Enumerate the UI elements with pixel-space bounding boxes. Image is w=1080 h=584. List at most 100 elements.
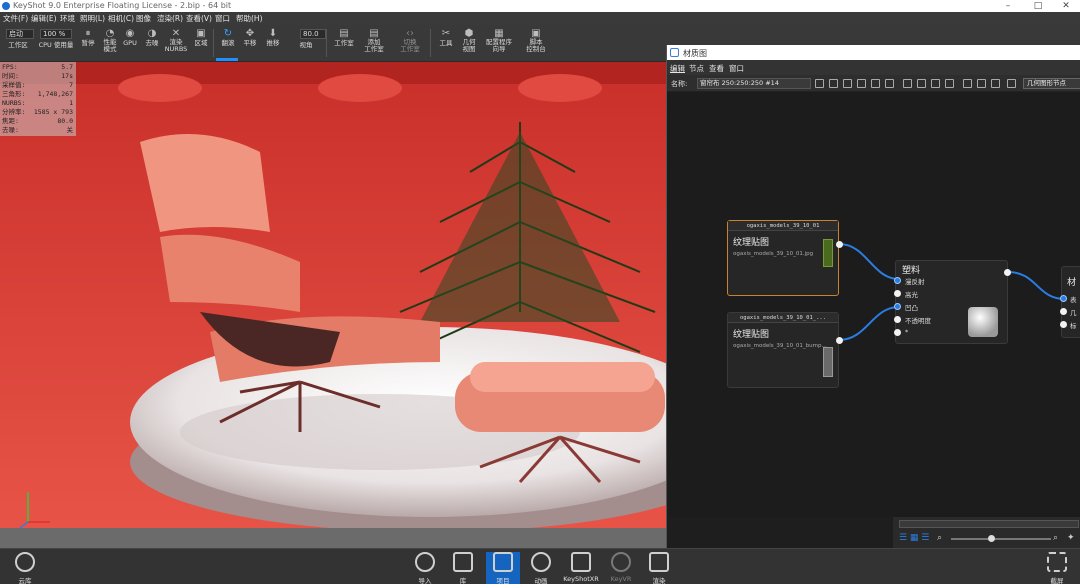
animation-button[interactable]: 动画 bbox=[524, 552, 558, 584]
geometry-view-button[interactable]: ⬢ 几何 视图 bbox=[455, 29, 483, 53]
node-icon[interactable] bbox=[843, 79, 852, 88]
menu-lighting[interactable]: 照明(L) bbox=[80, 13, 105, 24]
minimize-button[interactable]: – bbox=[994, 0, 1022, 12]
output-port[interactable] bbox=[836, 241, 843, 248]
stat-fps-value: 5.7 bbox=[61, 63, 73, 71]
layout-icon[interactable] bbox=[829, 79, 838, 88]
switch-studio-button[interactable]: ‹› 切换 工作室 bbox=[396, 29, 424, 53]
keyshotxr-button[interactable]: KeyShotXR bbox=[562, 552, 600, 583]
render-button[interactable]: 渲染 bbox=[642, 552, 676, 584]
extra-port[interactable] bbox=[894, 329, 901, 336]
zoom-slider[interactable] bbox=[951, 538, 1051, 540]
zoom-slider-handle[interactable] bbox=[988, 535, 995, 542]
stat-resolution-value: 1585 x 793 bbox=[33, 108, 73, 116]
menu-help[interactable]: 帮助(H) bbox=[236, 13, 263, 24]
bump-port-label: 凹凸 bbox=[905, 304, 918, 312]
list-view-icon[interactable]: ☰ ▦ ☰ bbox=[899, 533, 929, 543]
script-console-button[interactable]: ▣ 脚本 控制台 bbox=[520, 29, 552, 53]
menu-view[interactable]: 查看(V) bbox=[186, 13, 212, 24]
fit-icon[interactable] bbox=[1007, 79, 1016, 88]
maximize-button[interactable]: □ bbox=[1024, 0, 1052, 12]
texture-node-bump[interactable]: ogaxis_models_39_10_01_... 纹理贴图 ogaxis_m… bbox=[727, 312, 843, 388]
history-icon[interactable] bbox=[857, 79, 866, 88]
menu-window[interactable]: 窗口 bbox=[215, 13, 230, 24]
specular-port[interactable] bbox=[894, 290, 901, 297]
output-port[interactable] bbox=[1004, 269, 1011, 276]
mg-menu-window[interactable]: 窗口 bbox=[729, 63, 744, 74]
copy-icon[interactable] bbox=[917, 79, 926, 88]
geometry-port[interactable] bbox=[1060, 308, 1067, 315]
play-icon bbox=[531, 552, 551, 572]
viewport-scroll-area[interactable] bbox=[0, 528, 666, 548]
add-studio-button[interactable]: ▤ 添加 工作室 bbox=[360, 29, 388, 53]
field-of-view-field[interactable]: 80.0 bbox=[300, 29, 326, 39]
studio-button[interactable]: ▤ 工作室 bbox=[330, 29, 358, 48]
material-output-node[interactable]: 材 表 几 标 bbox=[1060, 266, 1080, 338]
label-port[interactable] bbox=[1060, 321, 1067, 328]
node-graph-canvas[interactable]: ogaxis_models_39_10_01 纹理贴图 ogaxis_model… bbox=[667, 92, 1080, 517]
render-nurbs-button[interactable]: ✕ 渲染 NURBS bbox=[162, 29, 190, 53]
close-button[interactable]: ✕ bbox=[1052, 0, 1080, 12]
configurator-wizard-button[interactable]: ▦ 配置程序 向导 bbox=[482, 29, 516, 53]
workspace-select[interactable]: 启动 bbox=[6, 29, 34, 39]
paste-icon[interactable] bbox=[931, 79, 940, 88]
output-port[interactable] bbox=[836, 337, 843, 344]
target-icon[interactable] bbox=[871, 79, 880, 88]
menu-file[interactable]: 文件(F) bbox=[3, 13, 28, 24]
mg-menu-view[interactable]: 查看 bbox=[709, 63, 724, 74]
mg-menu-edit[interactable]: 编辑 bbox=[670, 63, 685, 74]
menu-camera[interactable]: 相机(C) bbox=[108, 13, 134, 24]
geometry-node-button[interactable]: 几何图形节点 bbox=[1023, 78, 1080, 89]
opacity-port[interactable] bbox=[894, 316, 901, 323]
zoom-out-icon[interactable]: ⌕ bbox=[937, 533, 942, 543]
material-name-field[interactable]: 窗帘布 250:250:250 #14 bbox=[697, 78, 811, 89]
keyshot-logo-icon bbox=[2, 2, 10, 10]
cut-icon[interactable] bbox=[903, 79, 912, 88]
menu-render[interactable]: 渲染(R) bbox=[157, 13, 183, 24]
bump-port[interactable] bbox=[894, 303, 901, 310]
field-of-view-button[interactable]: 视角 bbox=[292, 41, 320, 49]
render-viewport[interactable] bbox=[0, 62, 666, 528]
label-port-label: 标 bbox=[1070, 322, 1077, 330]
graph-scrollbar[interactable] bbox=[899, 520, 1079, 528]
preview-icon[interactable] bbox=[963, 79, 972, 88]
material-graph-title: 材质图 bbox=[683, 49, 707, 58]
menu-environment[interactable]: 环境 bbox=[60, 13, 75, 24]
stat-denoise-value: 关 bbox=[66, 126, 74, 134]
collapse-icon[interactable] bbox=[991, 79, 1000, 88]
library-button[interactable]: 库 bbox=[446, 552, 480, 584]
mg-menu-node[interactable]: 节点 bbox=[689, 63, 704, 74]
diffuse-port[interactable] bbox=[894, 277, 901, 284]
texture-node-diffuse[interactable]: ogaxis_models_39_10_01 纹理贴图 ogaxis_model… bbox=[727, 220, 843, 296]
surface-port[interactable] bbox=[1060, 295, 1067, 302]
import-button[interactable]: 导入 bbox=[408, 552, 442, 584]
material-graph-titlebar[interactable]: 材质图 bbox=[667, 45, 1080, 60]
material-graph-toolbar: 名称: 窗帘布 250:250:250 #14 几何图形节点 bbox=[667, 75, 1080, 92]
menu-image[interactable]: 图像 bbox=[136, 13, 151, 24]
dolly-button[interactable]: ⬇ 推移 bbox=[259, 29, 287, 48]
stat-triangles-label: 三角形: bbox=[2, 90, 26, 98]
stat-nurbs-label: NURBS: bbox=[2, 99, 26, 107]
plastic-material-node[interactable]: 塑料 漫反射 高光 凹凸 不透明度 * bbox=[894, 260, 1011, 344]
stat-focal-length: 焦距: 80.0 bbox=[2, 117, 74, 125]
cloud-library-button[interactable]: 云库 bbox=[8, 552, 42, 584]
menu-edit[interactable]: 编辑(E) bbox=[31, 13, 57, 24]
zoom-in-icon[interactable]: ⌕ bbox=[1053, 533, 1058, 543]
book-icon bbox=[453, 552, 473, 572]
stat-samples: 采样值: 7 bbox=[2, 81, 74, 89]
texture-node-title: 纹理贴图 bbox=[733, 330, 770, 340]
cpu-percent-field[interactable]: 100 % bbox=[40, 29, 72, 39]
workspace-button[interactable]: 工作区 bbox=[4, 41, 32, 49]
screenshot-button[interactable]: 截屏 bbox=[1040, 552, 1074, 584]
pause-icon: ⏸ bbox=[85, 28, 91, 39]
region-button[interactable]: ▣ 区域 bbox=[187, 29, 215, 48]
delete-icon[interactable] bbox=[945, 79, 954, 88]
keyvr-button[interactable]: KeyVR bbox=[604, 552, 638, 583]
project-button[interactable]: 项目 bbox=[486, 552, 520, 584]
arrange-icon[interactable] bbox=[885, 79, 894, 88]
save-icon[interactable] bbox=[815, 79, 824, 88]
expand-icon[interactable] bbox=[977, 79, 986, 88]
pin-icon[interactable]: ✦ bbox=[1067, 533, 1075, 543]
material-node-title: 材 bbox=[1067, 278, 1077, 288]
cpu-usage-button[interactable]: CPU 使用量 bbox=[38, 41, 74, 49]
